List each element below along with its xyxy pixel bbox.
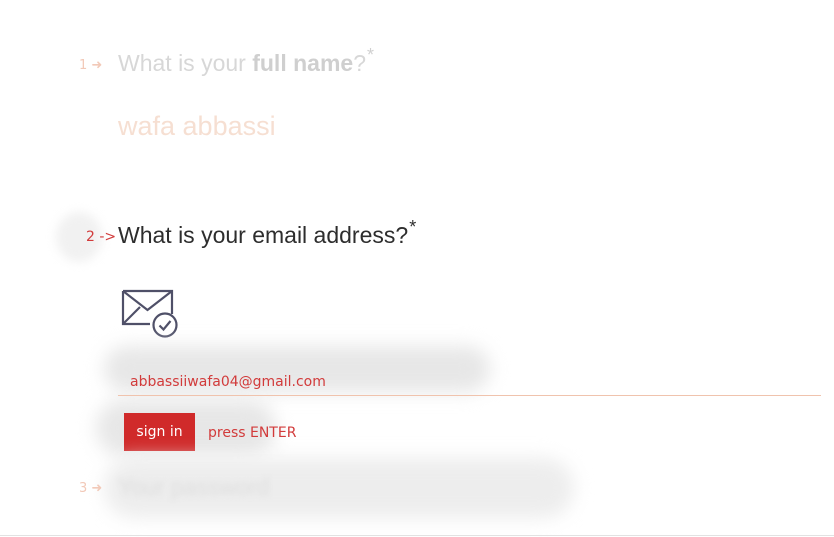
required-mark: * — [409, 217, 417, 237]
question-1-title: What is your full name?* — [118, 45, 374, 76]
envelope-check-icon — [121, 289, 178, 338]
divider — [0, 535, 834, 536]
question-2-title: What is your email address?* — [118, 217, 417, 248]
arrow-right-icon: ➜ — [91, 481, 103, 496]
email-input[interactable] — [118, 368, 821, 396]
question-1-answer: wafa abbassi — [118, 111, 276, 141]
press-enter-hint: press ENTER — [208, 425, 297, 441]
question-2-number: 2 -> — [86, 229, 117, 245]
required-mark: * — [366, 45, 374, 65]
form-stage: 1 ➜ What is your full name?* wafa abbass… — [0, 0, 834, 537]
sign-in-button[interactable]: sign in — [124, 413, 195, 451]
question-3-number: 3 ➜ — [79, 481, 103, 496]
arrow-right-icon: -> — [99, 229, 117, 245]
question-3-title: Your password — [118, 474, 270, 500]
arrow-right-icon: ➜ — [91, 58, 103, 73]
question-1-number: 1 ➜ — [79, 58, 103, 73]
